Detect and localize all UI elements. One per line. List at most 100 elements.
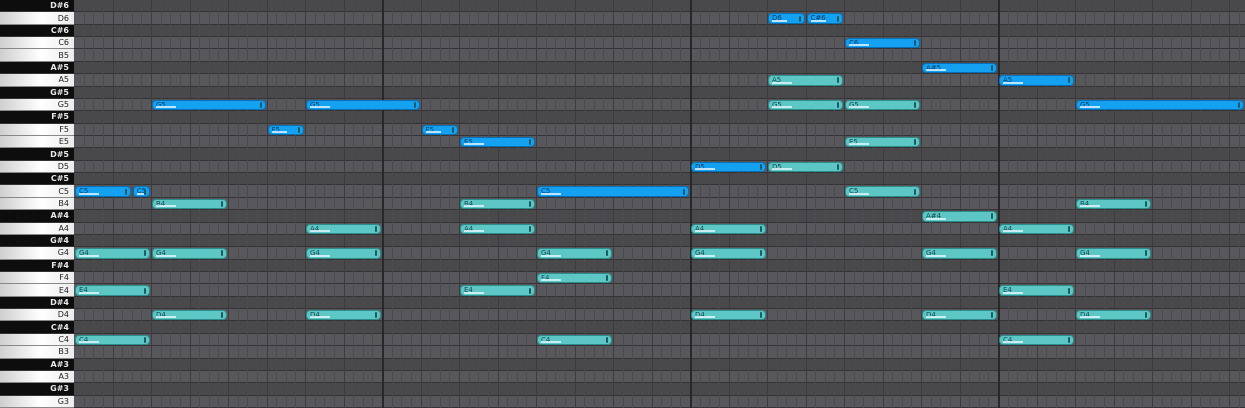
piano-key[interactable]: D#4 <box>0 296 74 310</box>
note-block[interactable]: C4 <box>999 334 1074 346</box>
note-grid[interactable]: C5 C5 G4 E4 C4 G5 B4 G4 D4 F5 G5 A4 G4 D4 F5 E5 B4 A4 E4 C5… <box>74 0 1245 408</box>
note-resize-handle[interactable] <box>991 250 993 257</box>
note-resize-handle[interactable] <box>375 250 377 257</box>
note-block[interactable]: E4 <box>999 285 1074 296</box>
note-resize-handle[interactable] <box>144 287 146 294</box>
note-block[interactable]: C5 <box>845 186 920 197</box>
note-resize-handle[interactable] <box>991 312 993 319</box>
note-block[interactable]: G5 <box>152 99 266 111</box>
note-resize-handle[interactable] <box>221 312 223 319</box>
note-block[interactable]: D5 <box>768 161 843 173</box>
note-block[interactable]: G5 <box>845 99 920 111</box>
piano-key[interactable]: B3 <box>0 346 74 359</box>
piano-key[interactable]: C#4 <box>0 321 74 334</box>
note-resize-handle[interactable] <box>144 250 146 257</box>
note-block[interactable]: G5 <box>768 99 843 111</box>
note-resize-handle[interactable] <box>375 225 377 232</box>
note-resize-handle[interactable] <box>914 139 916 146</box>
note-resize-handle[interactable] <box>144 188 146 195</box>
note-resize-handle[interactable] <box>1238 102 1240 109</box>
note-block[interactable]: C4 <box>537 334 612 346</box>
note-resize-handle[interactable] <box>991 64 993 71</box>
note-block[interactable]: E5 <box>460 137 535 148</box>
note-block[interactable]: A#4 <box>922 211 997 222</box>
piano-key[interactable]: A#4 <box>0 210 74 223</box>
piano-key[interactable]: G3 <box>0 395 74 408</box>
piano-key[interactable]: G#5 <box>0 86 74 99</box>
note-resize-handle[interactable] <box>1068 77 1070 84</box>
note-block[interactable]: B4 <box>152 198 227 210</box>
piano-key[interactable]: F#5 <box>0 111 74 124</box>
piano-key[interactable]: E4 <box>0 284 74 297</box>
note-block[interactable]: G4 <box>1076 248 1151 259</box>
piano-key[interactable]: D#5 <box>0 148 74 161</box>
piano-key[interactable]: G5 <box>0 98 74 112</box>
note-resize-handle[interactable] <box>837 77 839 84</box>
piano-key[interactable]: D#6 <box>0 0 74 13</box>
note-block[interactable]: G4 <box>75 248 150 259</box>
note-resize-handle[interactable] <box>760 250 762 257</box>
note-resize-handle[interactable] <box>1145 200 1147 207</box>
piano-key[interactable]: A5 <box>0 74 74 87</box>
note-block[interactable]: G5 <box>306 99 420 111</box>
note-block[interactable]: C5 <box>537 186 689 197</box>
note-resize-handle[interactable] <box>914 102 916 109</box>
note-resize-handle[interactable] <box>529 225 531 232</box>
note-block[interactable]: G4 <box>306 248 381 259</box>
piano-key[interactable]: B5 <box>0 49 74 62</box>
note-resize-handle[interactable] <box>914 188 916 195</box>
note-resize-handle[interactable] <box>760 163 762 170</box>
piano-key[interactable]: A3 <box>0 370 74 384</box>
note-resize-handle[interactable] <box>760 312 762 319</box>
note-block[interactable]: C6 <box>845 38 920 49</box>
note-resize-handle[interactable] <box>124 188 127 195</box>
piano-key[interactable]: D4 <box>0 309 74 322</box>
note-resize-handle[interactable] <box>1068 225 1070 232</box>
note-resize-handle[interactable] <box>1068 336 1070 343</box>
note-block[interactable]: E5 <box>845 137 920 148</box>
note-block[interactable]: D4 <box>691 310 766 321</box>
piano-key[interactable]: F4 <box>0 272 74 285</box>
note-resize-handle[interactable] <box>529 287 531 294</box>
note-resize-handle[interactable] <box>298 126 300 133</box>
piano-key[interactable]: E5 <box>0 136 74 149</box>
note-block[interactable]: G5 <box>1076 99 1244 111</box>
note-resize-handle[interactable] <box>991 213 993 220</box>
note-resize-handle[interactable] <box>413 102 416 109</box>
note-resize-handle[interactable] <box>760 225 762 232</box>
note-resize-handle[interactable] <box>144 336 146 343</box>
note-block[interactable]: E4 <box>75 285 150 296</box>
piano-key[interactable]: D5 <box>0 160 74 174</box>
piano-key[interactable]: C6 <box>0 37 74 50</box>
note-block[interactable]: D4 <box>1076 310 1151 321</box>
note-block[interactable]: G4 <box>922 248 997 259</box>
note-block[interactable]: C5 <box>132 186 150 197</box>
note-block[interactable]: A5 <box>999 75 1074 86</box>
note-resize-handle[interactable] <box>1068 287 1070 294</box>
note-resize-handle[interactable] <box>837 102 839 109</box>
note-block[interactable]: A5 <box>768 75 843 86</box>
note-block[interactable]: C5 <box>75 186 131 197</box>
note-block[interactable]: F5 <box>421 124 458 135</box>
note-block[interactable]: C4 <box>75 334 150 346</box>
piano-key[interactable]: G4 <box>0 247 74 260</box>
note-resize-handle[interactable] <box>837 15 839 22</box>
piano-key[interactable]: F5 <box>0 123 74 136</box>
note-block[interactable]: B4 <box>460 198 535 210</box>
note-block[interactable]: G4 <box>537 248 612 259</box>
note-block[interactable]: D4 <box>152 310 227 321</box>
note-resize-handle[interactable] <box>683 188 685 195</box>
note-block[interactable]: A4 <box>691 223 766 234</box>
note-block[interactable]: F5 <box>267 124 304 135</box>
note-block[interactable]: E4 <box>460 285 535 296</box>
note-block[interactable]: D6 <box>768 13 805 24</box>
piano-key[interactable]: G#3 <box>0 383 74 396</box>
note-resize-handle[interactable] <box>798 15 801 22</box>
note-resize-handle[interactable] <box>221 200 223 207</box>
note-block[interactable]: A#5 <box>922 62 997 74</box>
note-resize-handle[interactable] <box>606 250 608 257</box>
piano-key[interactable]: C#6 <box>0 24 74 38</box>
piano-key[interactable]: A#3 <box>0 358 74 371</box>
piano-key[interactable]: B4 <box>0 197 74 211</box>
note-block[interactable]: G4 <box>691 248 766 259</box>
